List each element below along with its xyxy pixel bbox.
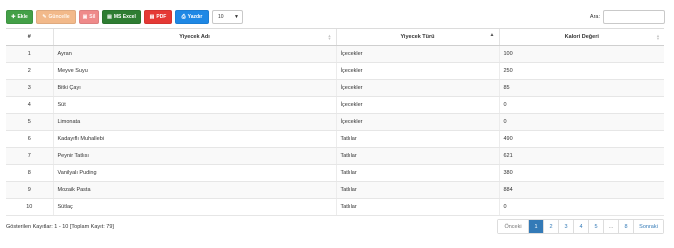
cell-index: 1 xyxy=(6,45,53,63)
table-row[interactable]: 10 Sütlaç Tatlılar 0 xyxy=(6,198,664,216)
column-header-type[interactable]: Yiyecek Türü ▲ xyxy=(335,28,499,46)
cell-type: Tatlılar xyxy=(335,164,499,182)
cell-name: Sütlaç xyxy=(52,198,336,216)
table-row[interactable]: 8 Vanilyalı Puding Tatlılar 380 xyxy=(6,164,664,182)
delete-button-label: Sil xyxy=(89,14,96,20)
pagination: Önceki 1 2 3 4 5 … 8 Sonraki xyxy=(497,219,664,234)
table-row[interactable]: 9 Mozaik Pasta Tatlılar 884 xyxy=(6,181,664,199)
cell-name: Limonata xyxy=(52,113,336,131)
cell-calorie: 100 xyxy=(498,45,664,63)
add-button[interactable]: ✚ Ekle xyxy=(6,10,33,24)
cell-index: 10 xyxy=(6,198,53,216)
search-input[interactable] xyxy=(603,10,665,24)
pagination-page-3[interactable]: 3 xyxy=(558,220,573,233)
cell-type: Tatlılar xyxy=(335,181,499,199)
pagination-page-last[interactable]: 8 xyxy=(618,220,633,233)
cell-type: Tatlılar xyxy=(335,147,499,165)
pdf-export-button[interactable]: ▤ PDF xyxy=(144,10,172,24)
table-row[interactable]: 7 Peynir Tatlısı Tatlılar 621 xyxy=(6,147,664,165)
excel-button-label: MS Excel xyxy=(113,14,136,20)
pagination-page-1[interactable]: 1 xyxy=(528,220,543,233)
cell-index: 7 xyxy=(6,147,53,165)
pagination-next[interactable]: Sonraki xyxy=(633,220,663,233)
cell-index: 3 xyxy=(6,79,53,97)
cell-index: 5 xyxy=(6,113,53,131)
table-row[interactable]: 5 Limonata İçecekler 0 xyxy=(6,113,664,131)
trash-icon: ▣ xyxy=(82,14,88,20)
cell-index: 4 xyxy=(6,96,53,114)
search-box: Ara: xyxy=(590,10,665,24)
table-row[interactable]: 2 Meyve Suyu İçecekler 250 xyxy=(6,62,664,80)
pagination-previous[interactable]: Önceki xyxy=(498,220,528,233)
cell-calorie: 490 xyxy=(498,130,664,148)
cell-index: 2 xyxy=(6,62,53,80)
table-header-row: # Yiyecek Adı ▲ ▼ Yiyecek Türü ▲ Kalori D… xyxy=(6,28,664,46)
cell-name: Kadayıflı Muhallebi xyxy=(52,130,336,148)
delete-button[interactable]: ▣ Sil xyxy=(79,10,99,24)
pagination-page-2[interactable]: 2 xyxy=(543,220,558,233)
column-header-name[interactable]: Yiyecek Adı ▲ ▼ xyxy=(52,28,336,46)
cell-type: Tatlılar xyxy=(335,130,499,148)
cell-index: 6 xyxy=(6,130,53,148)
cell-index: 8 xyxy=(6,164,53,182)
table-row[interactable]: 1 Ayran İçecekler 100 xyxy=(6,45,664,63)
cell-name: Mozaik Pasta xyxy=(52,181,336,199)
sort-both-icon: ▲ ▼ xyxy=(656,33,660,41)
cell-name: Vanilyalı Puding xyxy=(52,164,336,182)
table-info: Gösterilen Kayıtlar: 1 - 10 [Toplam Kayı… xyxy=(6,224,114,230)
cell-index: 9 xyxy=(6,181,53,199)
edit-button[interactable]: ✎ Güncelle xyxy=(36,10,76,24)
column-header-name-label: Yiyecek Adı xyxy=(179,34,210,40)
cell-calorie: 85 xyxy=(498,79,664,97)
cell-calorie: 250 xyxy=(498,62,664,80)
excel-export-button[interactable]: ▤ MS Excel xyxy=(102,10,141,24)
add-button-label: Ekle xyxy=(17,14,28,20)
pencil-icon: ✎ xyxy=(42,14,47,20)
column-header-calorie[interactable]: Kalori Değeri ▲ ▼ xyxy=(498,28,664,46)
pdf-button-label: PDF xyxy=(156,14,167,20)
cell-type: İçecekler xyxy=(335,113,499,131)
cell-calorie: 884 xyxy=(498,181,664,199)
column-header-index[interactable]: # xyxy=(6,28,53,46)
cell-name: Bitki Çayı xyxy=(52,79,336,97)
toolbar: ✚ Ekle ✎ Güncelle ▣ Sil ▤ MS Excel ▤ PDF… xyxy=(6,10,243,24)
cell-name: Süt xyxy=(52,96,336,114)
sort-asc-icon: ▲ xyxy=(489,32,495,38)
cell-type: İçecekler xyxy=(335,62,499,80)
cell-calorie: 621 xyxy=(498,147,664,165)
table-row[interactable]: 6 Kadayıflı Muhallebi Tatlılar 490 xyxy=(6,130,664,148)
pagination-ellipsis: … xyxy=(603,220,618,233)
column-header-type-label: Yiyecek Türü xyxy=(400,34,435,40)
cell-name: Meyve Suyu xyxy=(52,62,336,80)
cell-calorie: 0 xyxy=(498,113,664,131)
caret-down-icon: ▼ xyxy=(234,14,239,20)
file-excel-icon: ▤ xyxy=(107,14,112,20)
cell-calorie: 0 xyxy=(498,96,664,114)
cell-calorie: 0 xyxy=(498,198,664,216)
cell-name: Peynir Tatlısı xyxy=(52,147,336,165)
cell-type: İçecekler xyxy=(335,79,499,97)
cell-name: Ayran xyxy=(52,45,336,63)
plus-icon: ✚ xyxy=(11,14,16,20)
food-table: # Yiyecek Adı ▲ ▼ Yiyecek Türü ▲ Kalori D… xyxy=(6,28,664,216)
pagination-page-5[interactable]: 5 xyxy=(588,220,603,233)
search-label: Ara: xyxy=(589,14,600,20)
sort-both-icon: ▲ ▼ xyxy=(327,33,332,41)
table-row[interactable]: 3 Bitki Çayı İçecekler 85 xyxy=(6,79,664,97)
page-length-value: 10 xyxy=(218,14,224,20)
cell-type: Tatlılar xyxy=(335,198,499,216)
file-pdf-icon: ▤ xyxy=(149,14,155,20)
table-row[interactable]: 4 Süt İçecekler 0 xyxy=(6,96,664,114)
column-header-index-label: # xyxy=(27,34,31,40)
pagination-page-4[interactable]: 4 xyxy=(573,220,588,233)
print-button[interactable]: ⎙ Yazdır xyxy=(175,10,209,24)
print-button-label: Yazdır xyxy=(187,14,203,20)
cell-type: İçecekler xyxy=(335,96,499,114)
page-length-select[interactable]: 10 ▼ xyxy=(212,10,243,24)
printer-icon: ⎙ xyxy=(181,14,186,20)
column-header-calorie-label: Kalori Değeri xyxy=(564,34,599,40)
cell-calorie: 380 xyxy=(498,164,664,182)
edit-button-label: Güncelle xyxy=(48,14,70,20)
cell-type: İçecekler xyxy=(335,45,499,63)
